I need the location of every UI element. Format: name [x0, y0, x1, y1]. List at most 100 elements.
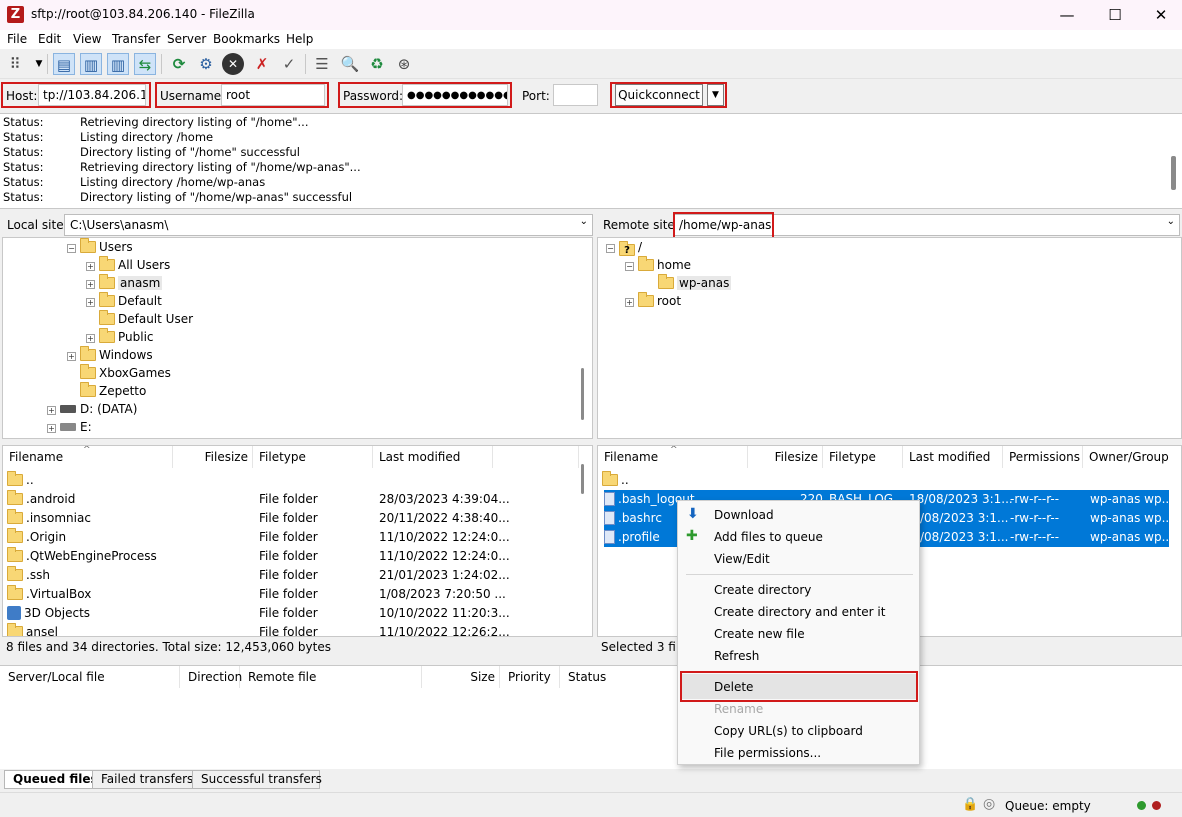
- tree-item[interactable]: Default User: [99, 310, 193, 328]
- add-queue-icon: ✚: [686, 528, 698, 544]
- port-input[interactable]: [553, 84, 598, 106]
- menu-item-create-new-file[interactable]: Create new file: [714, 627, 805, 641]
- local-summary: 8 files and 34 directories. Total size: …: [2, 637, 593, 657]
- toggle-remote-tree-icon[interactable]: ▥: [107, 53, 129, 75]
- col-remote-file[interactable]: Remote file: [240, 666, 422, 688]
- log-row: Status: Retrieving directory listing of "…: [3, 160, 361, 174]
- menu-item-rename: Rename: [714, 702, 764, 716]
- col-filetype[interactable]: Filetype: [823, 446, 903, 468]
- col-owner-group[interactable]: Owner/Group: [1083, 446, 1181, 468]
- local-list-scrollbar[interactable]: [581, 464, 584, 494]
- status-bar: 🔒 ◎ Queue: empty: [0, 792, 1182, 817]
- col-size[interactable]: Size: [422, 666, 500, 688]
- menu-item-file-permissions[interactable]: File permissions...: [714, 746, 821, 760]
- tree-item[interactable]: + D: (DATA): [47, 400, 137, 418]
- menu-edit[interactable]: Edit: [38, 32, 61, 46]
- minimize-button[interactable]: —: [1044, 0, 1090, 30]
- lock-icon: 🔒: [962, 797, 979, 812]
- toggle-local-tree-icon[interactable]: ▥: [80, 53, 102, 75]
- tree-item[interactable]: + anasm: [86, 274, 163, 292]
- site-manager-icon[interactable]: ⠿: [4, 53, 26, 75]
- username-highlight: [155, 82, 329, 108]
- folder-icon: [7, 490, 23, 505]
- tree-item[interactable]: + All Users: [86, 256, 170, 274]
- cancel-operation-icon[interactable]: ✕: [222, 53, 244, 75]
- search-files-icon[interactable]: 🔍: [339, 53, 361, 75]
- chevron-down-icon[interactable]: ⌄: [580, 216, 588, 227]
- menu-item-create-directory[interactable]: Create directory: [714, 583, 811, 597]
- table-row[interactable]: .VirtualBox File folder 1/08/2023 7:20:5…: [3, 585, 579, 604]
- chevron-down-icon[interactable]: ⌄: [1167, 216, 1175, 227]
- local-path-input[interactable]: C:\Users\anasm\ ⌄: [64, 214, 593, 236]
- menu-item-copy-url[interactable]: Copy URL(s) to clipboard: [714, 724, 863, 738]
- tab-failed-transfers[interactable]: Failed transfers: [92, 770, 203, 789]
- synchronized-browsing-icon[interactable]: ♻: [366, 53, 388, 75]
- directory-filter-icon[interactable]: ☰: [311, 53, 333, 75]
- col-permissions[interactable]: Permissions: [1003, 446, 1083, 468]
- menu-transfer[interactable]: Transfer: [112, 32, 160, 46]
- tree-item[interactable]: XboxGames: [80, 364, 171, 382]
- local-file-list: Filename ^ Filesize Filetype Last modifi…: [2, 445, 593, 637]
- table-row[interactable]: .insomniac File folder 20/11/2022 4:38:4…: [3, 509, 579, 528]
- log-scrollbar[interactable]: [1171, 156, 1176, 190]
- binoculars-icon[interactable]: ⊛: [393, 53, 415, 75]
- menu-file[interactable]: File: [7, 32, 27, 46]
- col-filesize[interactable]: Filesize: [173, 446, 253, 468]
- remote-tree: −? / − home wp-anas + root: [597, 237, 1182, 439]
- tree-item[interactable]: + root: [625, 292, 681, 310]
- tree-item[interactable]: wp-anas: [658, 274, 732, 292]
- table-row[interactable]: .Origin File folder 11/10/2022 12:24:0..…: [3, 528, 579, 547]
- maximize-button[interactable]: ☐: [1092, 0, 1138, 30]
- col-status[interactable]: Status: [560, 666, 680, 688]
- col-last-modified[interactable]: Last modified: [903, 446, 1003, 468]
- menu-server[interactable]: Server: [167, 32, 206, 46]
- table-row[interactable]: 3D Objects File folder 10/10/2022 11:20:…: [3, 604, 579, 623]
- menu-bookmarks[interactable]: Bookmarks: [213, 32, 280, 46]
- menu-item-create-directory-enter[interactable]: Create directory and enter it: [714, 605, 885, 619]
- tree-item[interactable]: + Windows: [67, 346, 153, 364]
- tree-item[interactable]: Zepetto: [80, 382, 146, 400]
- table-row[interactable]: .QtWebEngineProcess File folder 11/10/20…: [3, 547, 579, 566]
- tree-item[interactable]: − Users: [67, 238, 133, 256]
- col-direction[interactable]: Direction: [180, 666, 242, 688]
- tab-successful-transfers[interactable]: Successful transfers: [192, 770, 322, 789]
- tree-item[interactable]: − home: [625, 256, 691, 274]
- col-filetype[interactable]: Filetype: [253, 446, 373, 468]
- reconnect-icon[interactable]: ✓: [278, 53, 300, 75]
- menu-item-download[interactable]: Download: [714, 508, 774, 522]
- folder-icon: [7, 471, 23, 486]
- menu-view[interactable]: View: [73, 32, 101, 46]
- window-title: sftp://root@103.84.206.140 - FileZilla: [31, 7, 255, 21]
- col-last-modified[interactable]: Last modified: [373, 446, 493, 468]
- folder-icon: [7, 528, 23, 543]
- folder-icon: [99, 310, 115, 325]
- table-row[interactable]: ..: [598, 471, 1181, 490]
- message-log[interactable]: Status: Retrieving directory listing of "…: [0, 113, 1182, 209]
- toggle-queue-icon[interactable]: ⇆: [134, 53, 156, 75]
- disconnect-icon[interactable]: ✗: [251, 53, 273, 75]
- tree-item[interactable]: −? /: [606, 238, 642, 256]
- table-row[interactable]: ansel File folder 11/10/2022 12:26:2...: [3, 623, 579, 636]
- refresh-icon[interactable]: ⟳: [168, 53, 190, 75]
- table-row[interactable]: .android File folder 28/03/2023 4:39:04.…: [3, 490, 579, 509]
- col-priority[interactable]: Priority: [500, 666, 560, 688]
- process-queue-icon[interactable]: ⚙: [195, 53, 217, 75]
- toggle-log-icon[interactable]: ▤: [53, 53, 75, 75]
- menu-item-refresh[interactable]: Refresh: [714, 649, 759, 663]
- col-filesize[interactable]: Filesize: [748, 446, 823, 468]
- speed-limit-icon[interactable]: ◎: [983, 796, 995, 812]
- tree-item[interactable]: + Public: [86, 328, 154, 346]
- log-row: Status: Listing directory /home: [3, 130, 214, 144]
- menu-help[interactable]: Help: [286, 32, 313, 46]
- col-server-local-file[interactable]: Server/Local file: [0, 666, 180, 688]
- table-row[interactable]: .ssh File folder 21/01/2023 1:24:02...: [3, 566, 579, 585]
- menu-item-add-to-queue[interactable]: Add files to queue: [714, 530, 823, 544]
- menu-item-view-edit[interactable]: View/Edit: [714, 552, 770, 566]
- tree-item[interactable]: + Default: [86, 292, 162, 310]
- close-button[interactable]: ✕: [1138, 0, 1182, 30]
- toolbar: ⠿ ▼ ▤ ▥ ▥ ⇆ ⟳ ⚙ ✕ ✗ ✓ ☰ 🔍 ♻ ⊛: [0, 49, 1182, 79]
- table-row[interactable]: ..: [3, 471, 579, 490]
- host-highlight: [1, 82, 151, 108]
- tree-item[interactable]: + E:: [47, 418, 92, 436]
- local-tree-scrollbar[interactable]: [581, 368, 584, 420]
